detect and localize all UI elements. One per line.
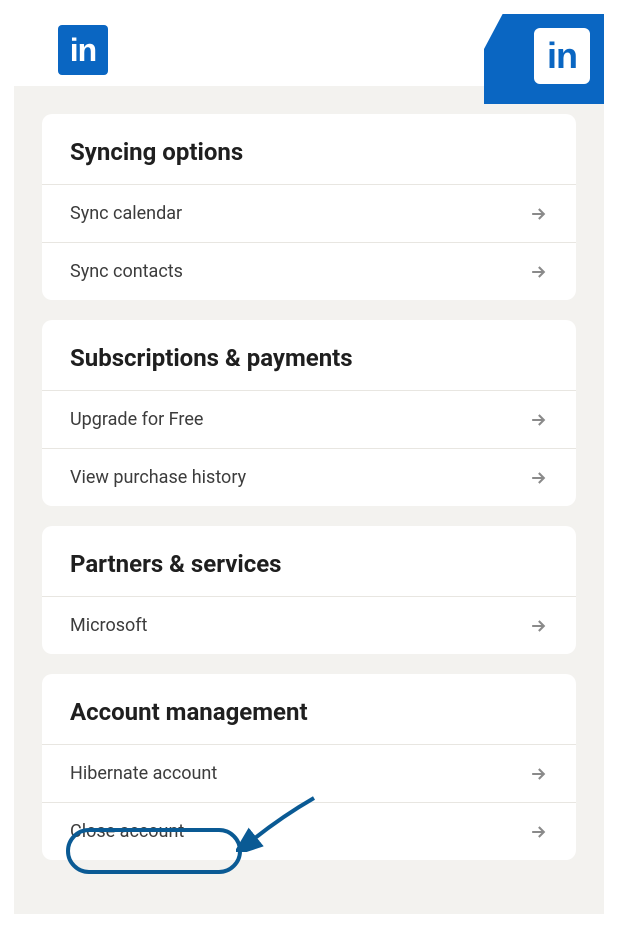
row-label: Sync contacts: [70, 261, 183, 282]
arrow-right-icon: [528, 764, 548, 784]
card-header: Partners & services: [42, 526, 576, 596]
close-account-row[interactable]: Close account: [42, 802, 576, 860]
arrow-right-icon: [528, 468, 548, 488]
app-frame: in in Syncing options Sync calendar Sync…: [14, 14, 604, 914]
arrow-right-icon: [528, 616, 548, 636]
arrow-right-icon: [528, 204, 548, 224]
partners-services-card: Partners & services Microsoft: [42, 526, 576, 654]
linkedin-in-text: in: [70, 32, 96, 69]
subscriptions-payments-card: Subscriptions & payments Upgrade for Fre…: [42, 320, 576, 506]
account-management-card: Account management Hibernate account Clo…: [42, 674, 576, 860]
hibernate-account-row[interactable]: Hibernate account: [42, 744, 576, 802]
card-header: Syncing options: [42, 114, 576, 184]
upgrade-for-free-row[interactable]: Upgrade for Free: [42, 390, 576, 448]
row-label: Close account: [70, 821, 184, 842]
arrow-right-icon: [528, 822, 548, 842]
settings-content: Syncing options Sync calendar Sync conta…: [14, 86, 604, 860]
linkedin-logo-icon[interactable]: in: [58, 25, 108, 75]
linkedin-in-text: in: [547, 35, 577, 77]
row-label: View purchase history: [70, 467, 246, 488]
row-label: Sync calendar: [70, 203, 182, 224]
row-label: Upgrade for Free: [70, 409, 203, 430]
arrow-right-icon: [528, 262, 548, 282]
syncing-options-card: Syncing options Sync calendar Sync conta…: [42, 114, 576, 300]
arrow-right-icon: [528, 410, 548, 430]
view-purchase-history-row[interactable]: View purchase history: [42, 448, 576, 506]
sync-contacts-row[interactable]: Sync contacts: [42, 242, 576, 300]
linkedin-logo-icon[interactable]: in: [534, 28, 590, 84]
microsoft-row[interactable]: Microsoft: [42, 596, 576, 654]
linkedin-corner-badge: in: [484, 14, 604, 104]
card-header: Account management: [42, 674, 576, 744]
row-label: Microsoft: [70, 615, 147, 636]
sync-calendar-row[interactable]: Sync calendar: [42, 184, 576, 242]
top-bar: in in: [14, 14, 604, 86]
card-header: Subscriptions & payments: [42, 320, 576, 390]
row-label: Hibernate account: [70, 763, 217, 784]
